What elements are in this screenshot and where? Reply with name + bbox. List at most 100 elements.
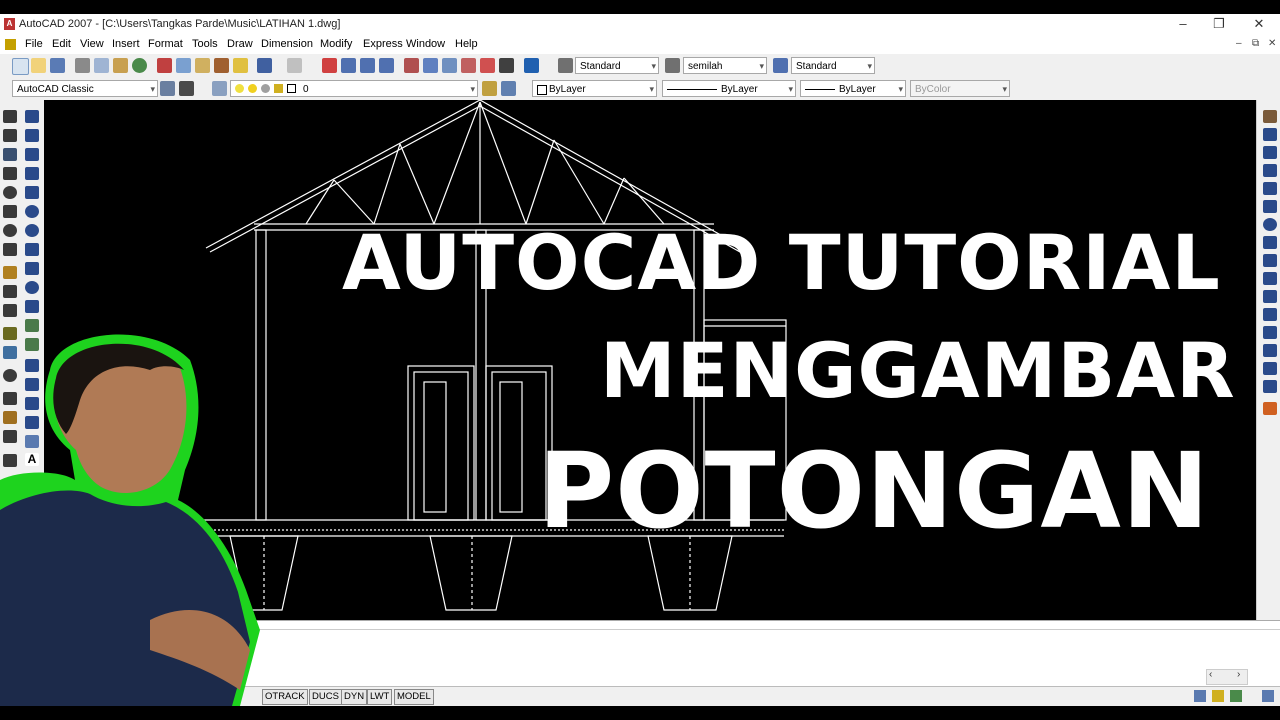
layer-select[interactable]: 0 ▾	[230, 80, 478, 97]
text-style-icon[interactable]	[558, 58, 573, 73]
plot-icon[interactable]	[75, 58, 90, 73]
rectangle-icon[interactable]	[25, 186, 39, 199]
plot-preview-icon[interactable]	[94, 58, 109, 73]
close-button[interactable]: ✕	[1244, 16, 1274, 32]
restore-button[interactable]: ❐	[1204, 16, 1234, 32]
status-tray-icon[interactable]	[1230, 690, 1242, 702]
menu-view[interactable]: View	[80, 38, 104, 50]
circle-icon[interactable]	[25, 224, 39, 237]
menu-format[interactable]: Format	[148, 38, 183, 50]
rotate-icon[interactable]	[1263, 218, 1277, 231]
menu-help[interactable]: Help	[455, 38, 478, 50]
dim-style-icon[interactable]	[665, 58, 680, 73]
table-style-select[interactable]: Standard ▾	[791, 57, 875, 74]
open-icon[interactable]	[31, 58, 46, 73]
ducs-toggle[interactable]: DUCS	[309, 689, 342, 705]
menu-window[interactable]: Window	[406, 38, 445, 50]
cut-icon[interactable]	[157, 58, 172, 73]
color-select[interactable]: ByLayer ▾	[532, 80, 657, 97]
move-icon[interactable]	[1263, 200, 1277, 213]
lwt-toggle[interactable]: LWT	[367, 689, 393, 705]
layer-manager-icon[interactable]	[212, 81, 227, 96]
menu-express[interactable]: Express	[363, 38, 403, 50]
design-center-icon[interactable]	[423, 58, 438, 73]
scale-icon[interactable]	[1263, 236, 1277, 249]
layer-previous-icon[interactable]	[501, 81, 516, 96]
table-style-icon[interactable]	[773, 58, 788, 73]
fillet-icon[interactable]	[1263, 380, 1277, 393]
doc-close-button[interactable]: ✕	[1268, 38, 1276, 49]
properties-icon[interactable]	[404, 58, 419, 73]
new-icon[interactable]	[12, 58, 29, 75]
menu-edit[interactable]: Edit	[52, 38, 71, 50]
mirror-icon[interactable]	[1263, 146, 1277, 159]
extend-icon[interactable]	[1263, 290, 1277, 303]
tool-palettes-icon[interactable]	[442, 58, 457, 73]
radius-dim-icon[interactable]	[3, 186, 17, 199]
polygon-icon[interactable]	[25, 167, 39, 180]
undo-icon[interactable]	[257, 58, 272, 73]
menu-modify[interactable]: Modify	[320, 38, 352, 50]
copy-icon[interactable]	[176, 58, 191, 73]
doc-restore-button[interactable]: ⧉	[1252, 38, 1259, 49]
lineweight-select[interactable]: ByLayer ▾	[800, 80, 906, 97]
ellipse-icon[interactable]	[25, 281, 39, 294]
toolbar-lock-icon[interactable]	[1212, 690, 1224, 702]
command-scrollbar[interactable]: ‹ ›	[1206, 669, 1248, 685]
jogged-dim-icon[interactable]	[3, 205, 17, 218]
block-editor-icon[interactable]	[233, 58, 248, 73]
workspace-select[interactable]: AutoCAD Classic ▾	[12, 80, 158, 97]
markup-icon[interactable]	[480, 58, 495, 73]
match-properties-icon[interactable]	[214, 58, 229, 73]
ordinate-dim-icon[interactable]	[3, 167, 17, 180]
dim-style-select[interactable]: semilah ▾	[683, 57, 767, 74]
chamfer-icon[interactable]	[1263, 362, 1277, 375]
ellipse-arc-icon[interactable]	[25, 300, 39, 313]
arc-length-icon[interactable]	[3, 148, 17, 161]
array-icon[interactable]	[1263, 182, 1277, 195]
baseline-dim-icon[interactable]	[3, 285, 17, 298]
doc-minimize-button[interactable]: –	[1236, 38, 1242, 49]
menu-insert[interactable]: Insert	[112, 38, 140, 50]
zoom-previous-icon[interactable]	[379, 58, 394, 73]
quick-dim-icon[interactable]	[3, 266, 17, 279]
copy-object-icon[interactable]	[1263, 128, 1277, 141]
model-toggle[interactable]: MODEL	[394, 689, 434, 705]
diameter-dim-icon[interactable]	[3, 224, 17, 237]
linear-dim-icon[interactable]	[3, 110, 17, 123]
3d-dwf-icon[interactable]	[132, 58, 147, 73]
workspace-settings-icon[interactable]	[160, 81, 175, 96]
continue-dim-icon[interactable]	[3, 304, 17, 317]
zoom-realtime-icon[interactable]	[341, 58, 356, 73]
sheet-set-icon[interactable]	[461, 58, 476, 73]
paste-icon[interactable]	[195, 58, 210, 73]
aligned-dim-icon[interactable]	[3, 129, 17, 142]
zoom-window-icon[interactable]	[360, 58, 375, 73]
help-icon[interactable]	[524, 58, 539, 73]
dyn-toggle[interactable]: DYN	[341, 689, 368, 705]
plotstyle-select[interactable]: ByColor ▾	[910, 80, 1010, 97]
workspace-save-icon[interactable]	[179, 81, 194, 96]
communication-center-icon[interactable]	[1194, 690, 1206, 702]
menu-file[interactable]: File	[25, 38, 43, 50]
save-icon[interactable]	[50, 58, 65, 73]
polyline-icon[interactable]	[25, 148, 39, 161]
erase-icon[interactable]	[1263, 110, 1277, 123]
publish-icon[interactable]	[113, 58, 128, 73]
make-layer-current-icon[interactable]	[482, 81, 497, 96]
pan-icon[interactable]	[322, 58, 337, 73]
minimize-button[interactable]: –	[1168, 16, 1198, 31]
construction-line-icon[interactable]	[25, 129, 39, 142]
linetype-select[interactable]: ByLayer ▾	[662, 80, 796, 97]
break-icon[interactable]	[1263, 326, 1277, 339]
clean-screen-icon[interactable]	[1262, 690, 1274, 702]
explode-icon[interactable]	[1263, 402, 1277, 415]
revision-cloud-icon[interactable]	[25, 243, 39, 256]
trim-icon[interactable]	[1263, 272, 1277, 285]
menu-draw[interactable]: Draw	[227, 38, 253, 50]
offset-icon[interactable]	[1263, 164, 1277, 177]
arc-icon[interactable]	[25, 205, 39, 218]
spline-icon[interactable]	[25, 262, 39, 275]
join-icon[interactable]	[1263, 344, 1277, 357]
break-at-point-icon[interactable]	[1263, 308, 1277, 321]
